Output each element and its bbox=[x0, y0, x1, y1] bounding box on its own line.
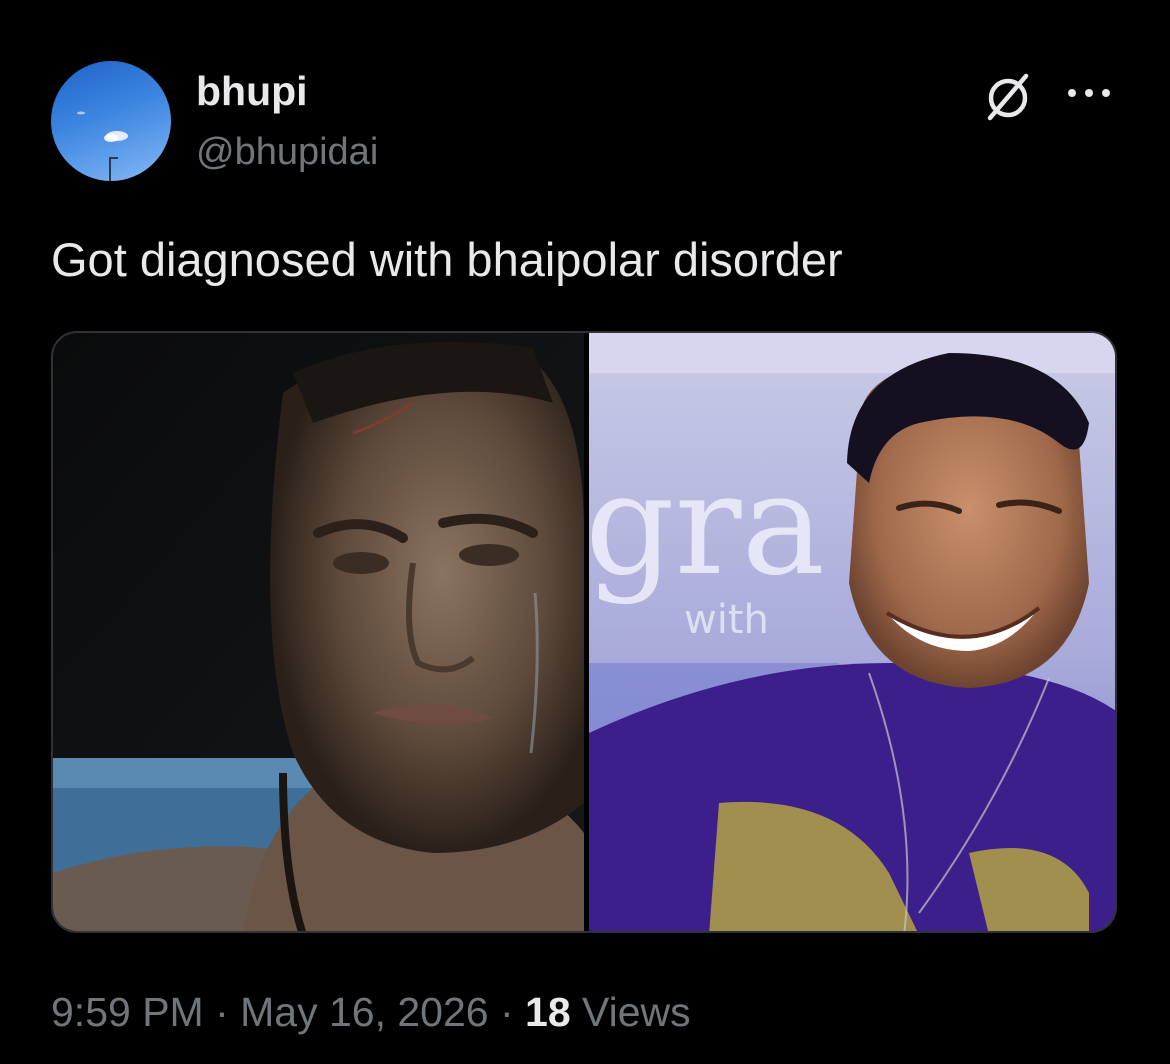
more-options-icon[interactable] bbox=[1062, 78, 1116, 108]
crying-man-photo bbox=[53, 333, 584, 931]
tweet-text: Got diagnosed with bhaipolar disorder bbox=[51, 233, 843, 286]
media-grid[interactable]: gra with bbox=[51, 331, 1117, 933]
avatar-sky-image bbox=[77, 111, 128, 181]
background-overlay-text: gra bbox=[589, 444, 825, 607]
tweet-date[interactable]: May 16, 2026 bbox=[240, 989, 488, 1035]
laughing-man-photo: gra with bbox=[589, 333, 1115, 931]
background-overlay-text-small: with bbox=[684, 597, 769, 643]
user-handle[interactable]: @bhupidai bbox=[196, 124, 378, 180]
meta-separator: · bbox=[203, 989, 241, 1035]
meta-separator-2: · bbox=[488, 989, 526, 1035]
tweet-detail: bhupi @bhupidai Got diagnosed with bhaip… bbox=[0, 0, 1170, 1064]
display-name[interactable]: bhupi bbox=[196, 62, 308, 120]
tweet-time[interactable]: 9:59 PM bbox=[51, 989, 204, 1035]
media-image-right[interactable]: gra with bbox=[589, 333, 1115, 931]
views-count[interactable]: 18 bbox=[525, 989, 571, 1035]
tweet-meta: 9:59 PM · May 16, 2026 · 18 Views bbox=[51, 982, 691, 1042]
avatar[interactable] bbox=[51, 61, 171, 181]
media-image-left[interactable] bbox=[53, 333, 584, 931]
views-label: Views bbox=[570, 989, 691, 1035]
grok-icon[interactable] bbox=[980, 68, 1036, 124]
